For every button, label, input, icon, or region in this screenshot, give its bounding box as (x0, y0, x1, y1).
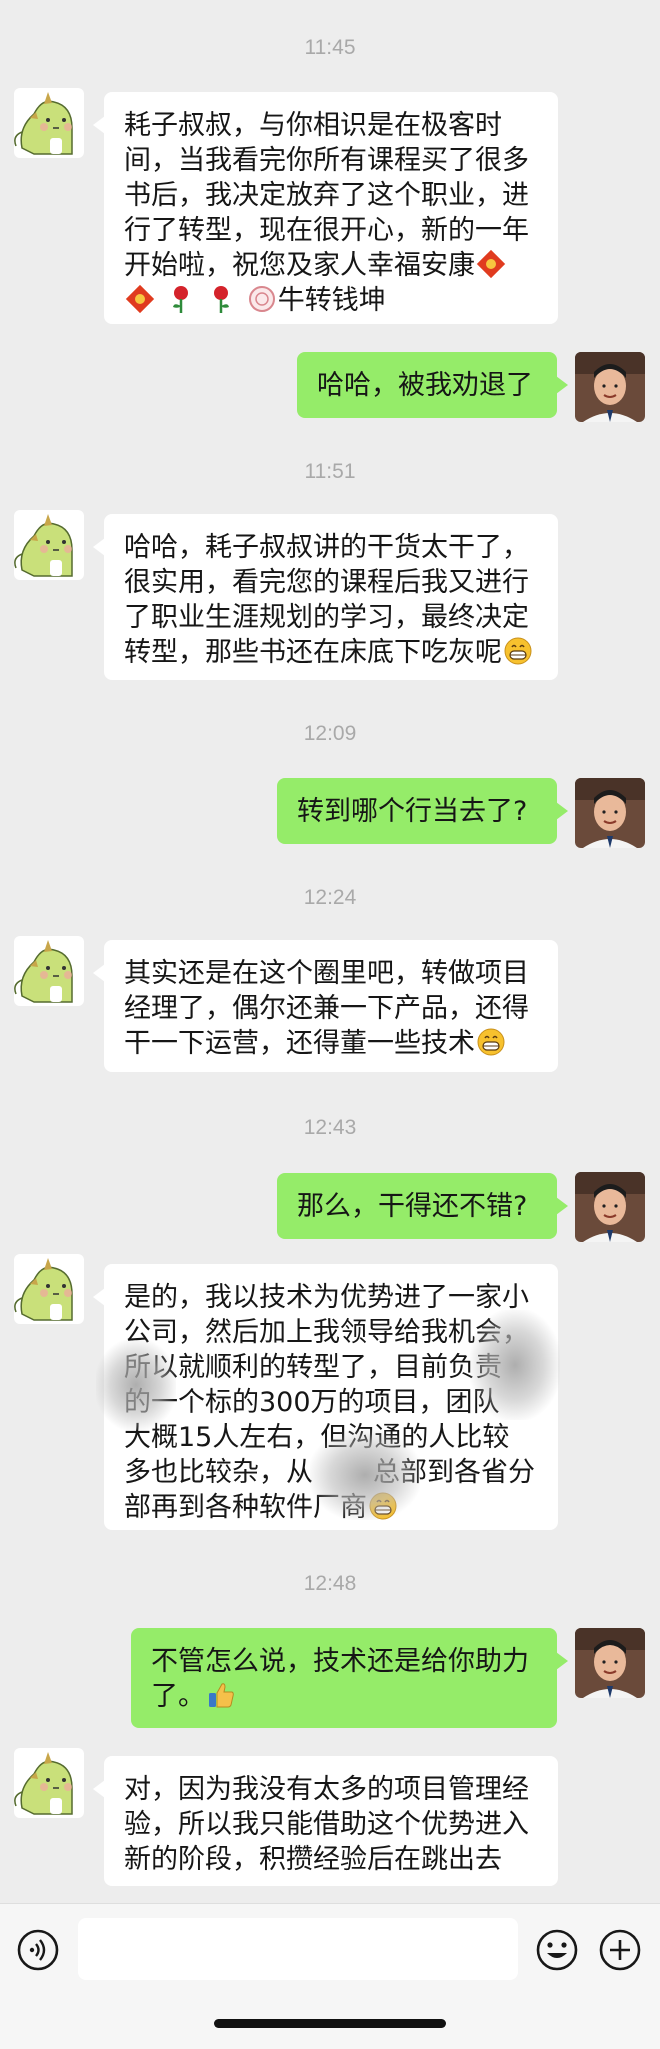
lantern-icon (248, 286, 275, 312)
voice-button[interactable] (16, 1928, 60, 1972)
message-line: 是的，我以技术为优势进了一家小 (124, 1282, 529, 1313)
message-input[interactable] (78, 1918, 518, 1980)
fu-diamond-icon (125, 284, 155, 314)
rose-icon (214, 286, 230, 313)
message-line: 部再到各种软件厂商 (124, 1492, 367, 1523)
message-line: 多也比较杂，从 (124, 1457, 313, 1488)
avatar-dino[interactable] (14, 1254, 84, 1324)
dino-avatar-icon (14, 1254, 84, 1324)
message-line: 总部到各省分 (373, 1457, 535, 1488)
user-avatar-icon (575, 1172, 645, 1242)
rose-icon (172, 286, 188, 313)
message-bubble-outgoing[interactable]: 哈哈，被我劝退了 (297, 352, 568, 418)
message-bubble-outgoing[interactable]: 不管怎么说，技术还是给你助力了。 (131, 1628, 568, 1728)
message-text: 其实还是在这个圈里吧，转做项目经理了，偶尔还兼一下产品，还得干一下运营，还得董一… (124, 958, 529, 1059)
thumbs-up-icon (209, 1683, 234, 1708)
avatar-dino[interactable] (14, 936, 84, 1006)
user-avatar-icon (575, 778, 645, 848)
timestamp: 12:48 (303, 1572, 357, 1595)
message-line: 的一个标的300万的项目，团队 (124, 1387, 500, 1418)
timestamp: 11:45 (304, 36, 356, 59)
message-text: 耗子叔叔，与你相识是在极客时间，当我看完你所有课程买了很多书后，我决定放弃了这个… (124, 110, 529, 281)
message-text-trail: 牛转钱坤 (277, 285, 386, 316)
avatar-dino[interactable] (14, 1748, 84, 1818)
message-line: 大概15人左右，但沟通的人比较 (124, 1422, 510, 1453)
fu-diamond-icon (476, 249, 506, 279)
avatar-dino[interactable] (14, 88, 84, 158)
message-bubble-incoming[interactable]: 耗子叔叔，与你相识是在极客时间，当我看完你所有课程买了很多书后，我决定放弃了这个… (93, 92, 558, 324)
user-avatar-icon (575, 1628, 645, 1698)
timestamp: 12:24 (303, 886, 357, 909)
more-button[interactable] (598, 1928, 642, 1972)
home-indicator (214, 2019, 446, 2028)
grin-emoji-icon (369, 1492, 397, 1520)
message-line: 公司，然后加上我领导给我机会， (124, 1317, 529, 1348)
timestamp: 11:51 (304, 460, 356, 483)
plus-circle-icon (599, 1929, 641, 1971)
dino-avatar-icon (14, 936, 84, 1006)
message-line: 所以就顺利的转型了，目前负责 (124, 1352, 502, 1383)
message-text: 哈哈，耗子叔叔讲的干货太干了，很实用，看完您的课程后我又进行了职业生涯规划的学习… (124, 532, 529, 668)
voice-icon (17, 1929, 59, 1971)
user-avatar-icon (575, 352, 645, 422)
smiley-icon (536, 1929, 578, 1971)
message-bubble-outgoing[interactable]: 转到哪个行当去了? (277, 778, 568, 844)
input-bar (0, 1903, 660, 2049)
dino-avatar-icon (14, 510, 84, 580)
message-bubble-incoming[interactable]: 是的，我以技术为优势进了一家小 公司，然后加上我领导给我机会， 所以就顺利的转型… (93, 1264, 558, 1530)
message-text: 转到哪个行当去了? (297, 796, 528, 827)
avatar-dino[interactable] (14, 510, 84, 580)
dino-avatar-icon (14, 1748, 84, 1818)
avatar-self[interactable] (575, 1628, 645, 1698)
message-text: 那么，干得还不错? (297, 1191, 528, 1222)
emoji-button[interactable] (535, 1928, 579, 1972)
message-bubble-outgoing[interactable]: 那么，干得还不错? (277, 1173, 568, 1239)
message-bubble-incoming[interactable]: 对，因为我没有太多的项目管理经验，所以我只能借助这个优势进入新的阶段，积攒经验后… (93, 1756, 558, 1886)
grin-emoji-icon (504, 637, 532, 665)
timestamp: 12:09 (303, 722, 357, 745)
message-text: 对，因为我没有太多的项目管理经验，所以我只能借助这个优势进入新的阶段，积攒经验后… (124, 1774, 529, 1875)
timestamp: 12:43 (303, 1116, 357, 1139)
message-bubble-incoming[interactable]: 哈哈，耗子叔叔讲的干货太干了，很实用，看完您的课程后我又进行了职业生涯规划的学习… (93, 514, 558, 680)
chat-area[interactable]: 11:45 耗子叔叔，与你相识是在极客时间，当我看完你所有课程买了很多书后，我决… (0, 0, 660, 1900)
avatar-self[interactable] (575, 1172, 645, 1242)
avatar-self[interactable] (575, 352, 645, 422)
message-text: 哈哈，被我劝退了 (317, 370, 533, 401)
avatar-self[interactable] (575, 778, 645, 848)
message-bubble-incoming[interactable]: 其实还是在这个圈里吧，转做项目经理了，偶尔还兼一下产品，还得干一下运营，还得董一… (93, 940, 558, 1072)
grin-emoji-icon (477, 1028, 505, 1056)
dino-avatar-icon (14, 88, 84, 158)
